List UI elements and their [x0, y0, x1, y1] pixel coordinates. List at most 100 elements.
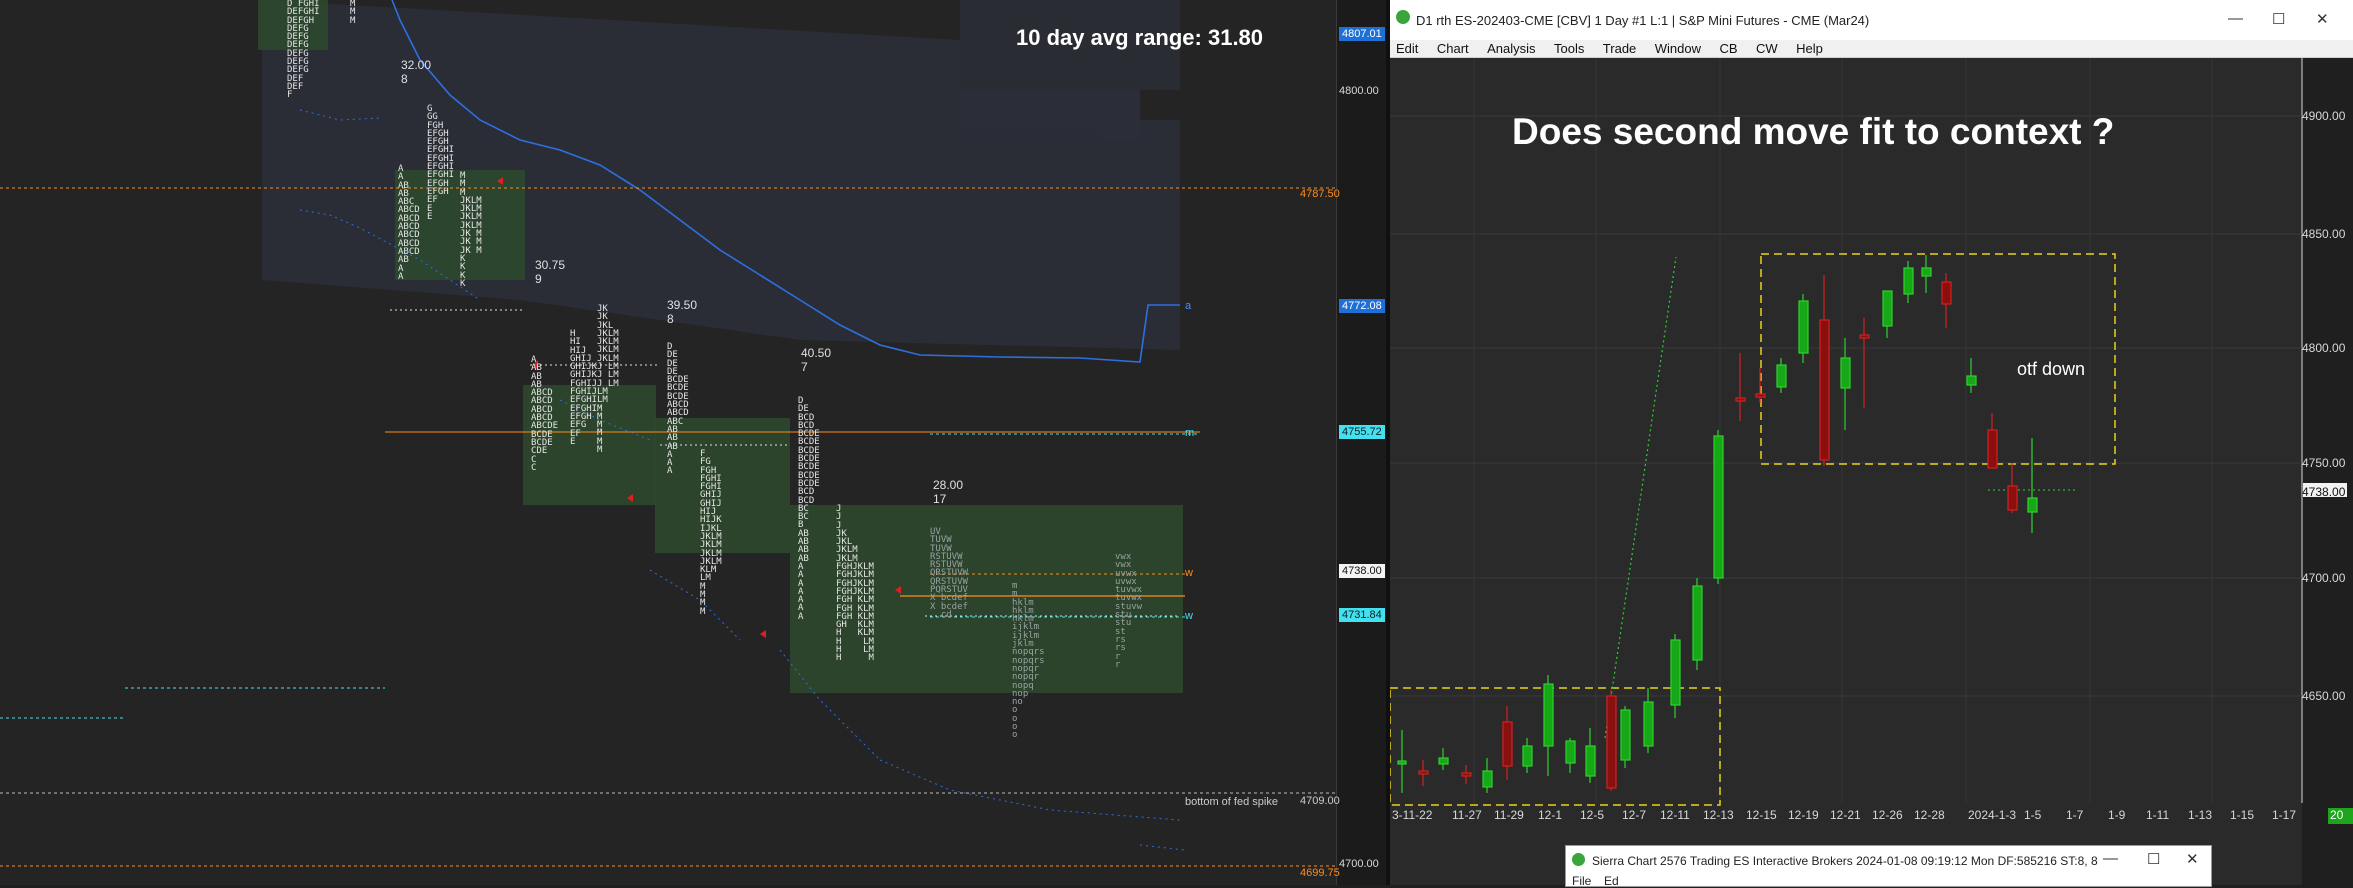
date-label: 12-19 — [1788, 808, 1819, 822]
menu-trade[interactable]: Trade — [1603, 40, 1636, 57]
date-label: 12-15 — [1746, 808, 1777, 822]
date-label: 3-11-22 — [1392, 808, 1433, 822]
session-count: 8 — [667, 312, 674, 326]
tpo-profile-column: D FGHI DEFGHI DEFGH DEFG DEFG DEFG DEFG … — [287, 0, 320, 101]
date-label: 12-28 — [1914, 808, 1945, 822]
tpo-profile-column: M M M — [350, 0, 356, 26]
menu-tools[interactable]: Tools — [1554, 40, 1584, 57]
candlestick-chart[interactable] — [1390, 58, 2353, 885]
line-label: a — [1185, 300, 1192, 312]
context-annotation: otf down — [2017, 359, 2086, 379]
menu-edit[interactable]: Ed — [1604, 874, 1619, 888]
chart-heading: Does second move fit to context ? — [1512, 111, 2115, 152]
trading-window[interactable]: Sierra Chart 2576 Trading ES Interactive… — [1565, 845, 2212, 888]
session-count: 17 — [933, 492, 947, 506]
market-profile-chart[interactable]: 10 day avg range: 31.80 32.00 8 30.75 9 39… — [0, 0, 1336, 885]
price-tag: 4738.00 — [2302, 485, 2346, 499]
date-label: 12-13 — [1703, 808, 1734, 822]
date-label: 1-5 — [2024, 808, 2042, 822]
session-range: 32.00 — [401, 58, 432, 72]
tpo-profile-column: G GG FGH EFGH EFGH EFGHI EFGHI EFGHI EFG… — [427, 104, 455, 222]
tpo-profile-column: UV TUVW TUVW RSTUVW RSTUVW QRSTUVW QRSTU… — [930, 527, 968, 620]
date-label: 12-21 — [1830, 808, 1861, 822]
price-tick: 4900.00 — [2302, 109, 2346, 123]
tpo-profile-column: D DE BCD BCD BCDE BCDE BCDE BCDE BCDE BC… — [798, 396, 820, 622]
date-label: 11-27 — [1452, 808, 1482, 822]
session-range: 30.75 — [535, 258, 566, 272]
minimize-button[interactable]: — — [2103, 850, 2118, 867]
menu-bar: Edit Chart Analysis Tools Trade Window C… — [1390, 40, 2353, 58]
session-range: 39.50 — [667, 298, 698, 312]
price-tag: 4699.75 — [1300, 867, 1340, 879]
app-icon — [1396, 10, 1410, 24]
price-tag: 4807.01 — [1339, 27, 1385, 41]
session-range: 28.00 — [933, 478, 964, 492]
date-label: 1-7 — [2066, 808, 2084, 822]
tpo-profile-column: H HI HIJ GHIJ GHIJK GHIJK FGHIJ FGHIJ EF… — [570, 329, 598, 447]
window-title: Sierra Chart 2576 Trading ES Interactive… — [1592, 854, 2098, 868]
minimize-button[interactable]: — — [2228, 10, 2243, 27]
date-label: 12-5 — [1580, 808, 1605, 822]
menu-help[interactable]: Help — [1796, 40, 1823, 57]
price-tag: 4787.50 — [1300, 188, 1340, 200]
window-titlebar[interactable]: D1 rth ES-202403-CME [CBV] 1 Day #1 L:1 … — [1390, 0, 2353, 40]
session-stat: 28.00 17 — [933, 478, 963, 506]
tpo-profile-column: J J J JK JKL JKLM JKLM FGHJKLM FGHJKLM F… — [836, 504, 874, 664]
price-tick: 4800.00 — [1339, 85, 1379, 97]
menu-edit[interactable]: Edit — [1396, 40, 1418, 57]
chart-window[interactable]: D1 rth ES-202403-CME [CBV] 1 Day #1 L:1 … — [1390, 0, 2353, 885]
tpo-profile-column: JK JK JKL JKLM JKLM JKLM JKLM J LM J LM … — [597, 304, 619, 456]
session-range: 40.50 — [801, 346, 832, 360]
date-label: 11-29 — [1494, 808, 1524, 822]
bottom-note: bottom of fed spike — [1185, 796, 1278, 808]
price-tag: 4738.00 — [1339, 564, 1385, 578]
close-button[interactable]: ✕ — [2186, 850, 2199, 868]
date-label: 1-11 — [2146, 808, 2170, 822]
session-stat: 40.50 7 — [801, 346, 831, 374]
left-price-scale[interactable]: 4807.01 4800.00 4787.50 4772.08 4755.72 … — [1300, 0, 1387, 885]
tpo-profile-column: A AB AB AB ABCD ABCD ABCD ABCD ABCDE BCD… — [531, 355, 559, 473]
tpo-profile-column: M M M JKLM JKLM JKLM JKLM JK M JK M JK M… — [460, 171, 482, 289]
line-label: w — [1185, 567, 1193, 579]
tpo-profile-column: D DE DE DE BCDE BCDE BCDE ABCD ABCD ABC … — [667, 342, 689, 477]
tpo-profile-column: m m hklm hklm hklm ijklm ijklm jklm nopq… — [1012, 581, 1045, 741]
close-button[interactable]: ✕ — [2316, 10, 2329, 28]
menu-file[interactable]: File — [1572, 874, 1591, 888]
date-label: 1-13 — [2188, 808, 2213, 822]
date-label: 12-11 — [1660, 808, 1690, 822]
price-tag: 4755.72 — [1339, 425, 1385, 439]
menu-analysis[interactable]: Analysis — [1487, 40, 1535, 57]
session-count: 7 — [801, 360, 808, 374]
date-label: 2024-1-3 — [1968, 808, 2017, 822]
session-count: 9 — [535, 272, 542, 286]
menu-chart[interactable]: Chart — [1437, 40, 1469, 57]
maximize-button[interactable]: ☐ — [2272, 10, 2285, 28]
price-tick: 4850.00 — [2302, 227, 2346, 241]
menu-cb[interactable]: CB — [1719, 40, 1737, 57]
tpo-profile-column: vwx vwx uvwx uvwx tuvwx tuvwx stuvw stu … — [1115, 552, 1143, 670]
date-label: 1-15 — [2230, 808, 2255, 822]
price-tag: 4772.08 — [1339, 299, 1385, 313]
price-tick: 4700.00 — [2302, 571, 2346, 585]
price-tick: 4750.00 — [2302, 456, 2346, 470]
price-tick: 4700.00 — [1339, 858, 1379, 870]
price-tick: 4650.00 — [2302, 689, 2346, 703]
menu-window[interactable]: Window — [1655, 40, 1701, 57]
session-stat: 32.00 8 — [401, 58, 431, 86]
line-label: m — [1185, 427, 1195, 439]
menu-cw[interactable]: CW — [1756, 40, 1778, 57]
date-label: 12-1 — [1538, 808, 1563, 822]
app-icon — [1572, 853, 1585, 866]
avg-range-headline: 10 day avg range: 31.80 — [1016, 25, 1264, 50]
corner-badge: 20 — [2330, 808, 2344, 822]
price-tag: 4709.00 — [1300, 795, 1340, 807]
date-label: 1-17 — [2272, 808, 2297, 822]
session-count: 8 — [401, 72, 408, 86]
maximize-button[interactable]: ☐ — [2147, 850, 2160, 868]
price-tick: 4800.00 — [2302, 341, 2346, 355]
line-label: w — [1185, 610, 1193, 622]
session-stat: 39.50 8 — [667, 298, 697, 326]
session-stat: 30.75 9 — [535, 258, 565, 286]
price-tag: 4731.84 — [1339, 608, 1385, 622]
tpo-profile-column: F FG FGH FGHI FGHI GHIJ GHIJ HIJ HIJK IJ… — [700, 449, 722, 617]
